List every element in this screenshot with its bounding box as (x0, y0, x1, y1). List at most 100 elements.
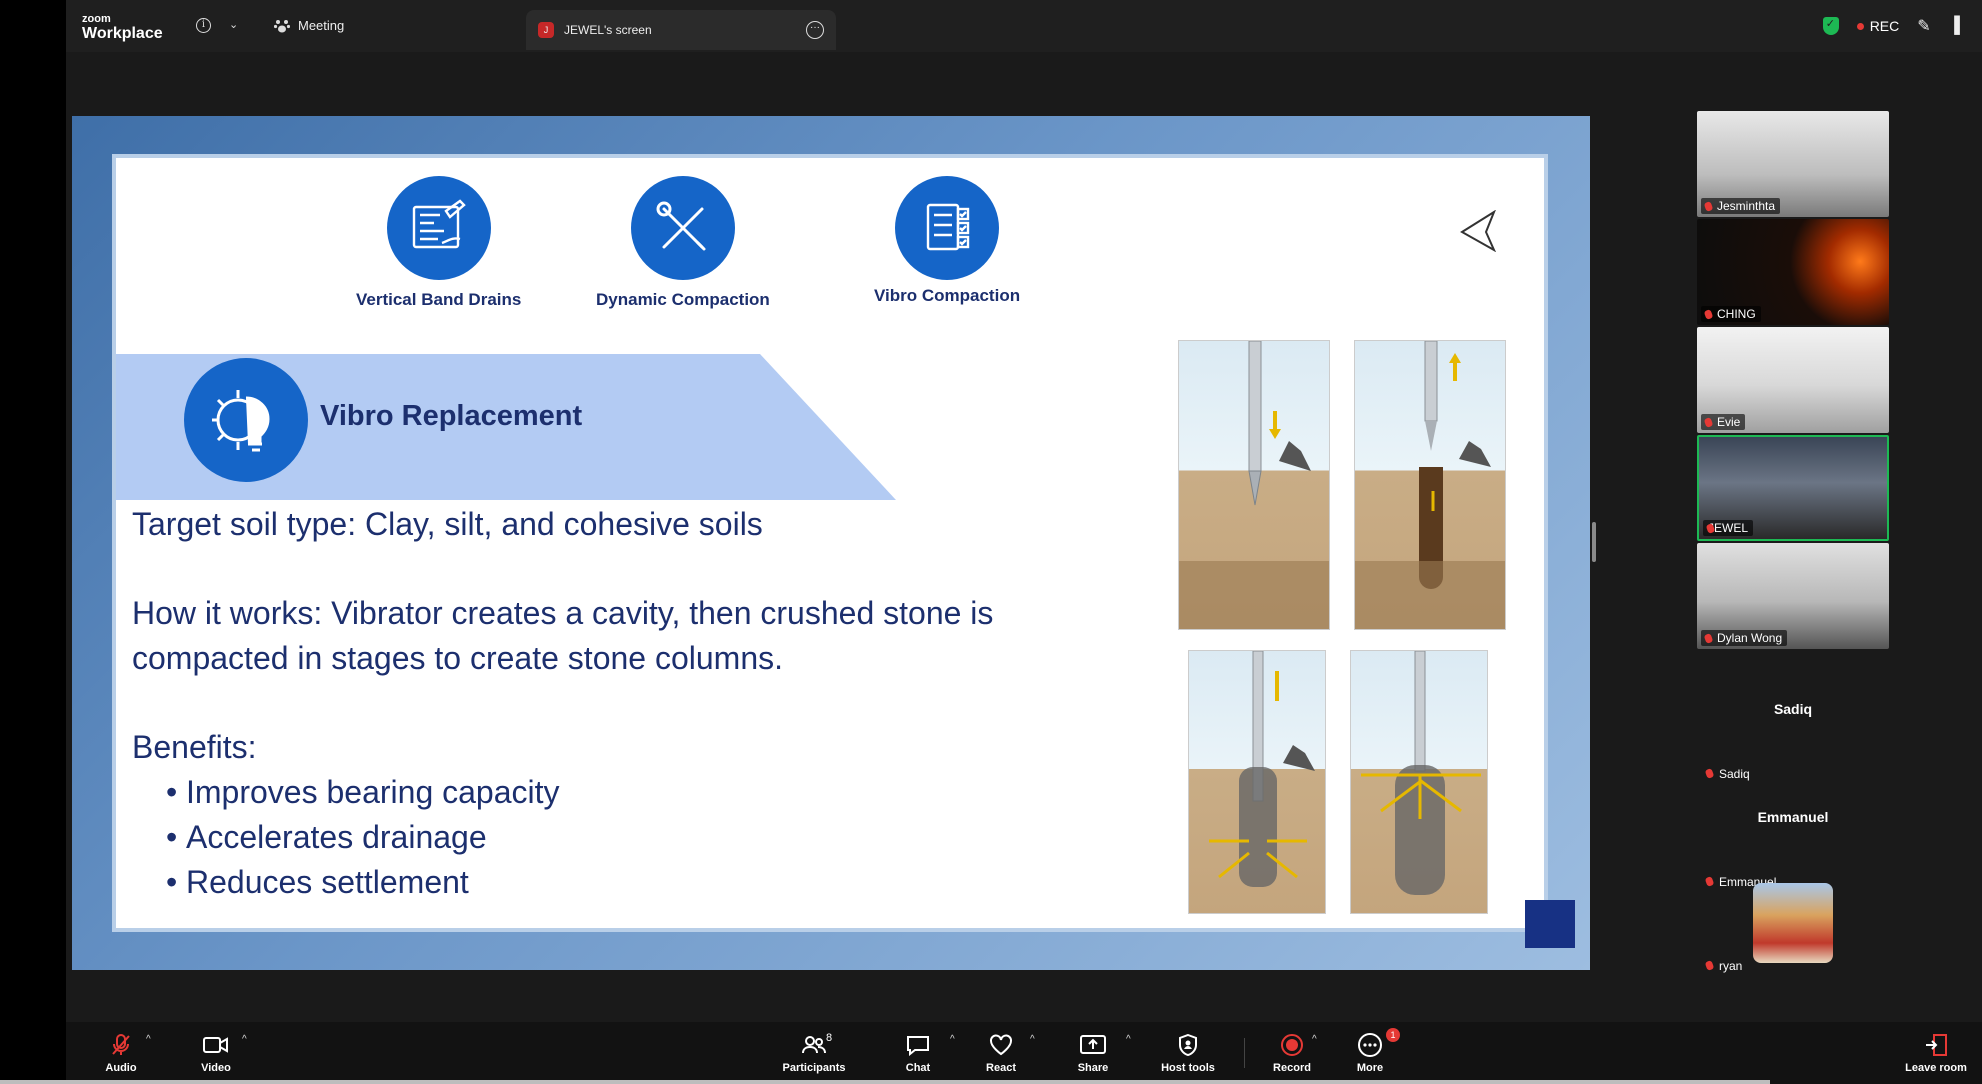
audio-options-caret[interactable]: ^ (146, 1034, 151, 1045)
rec-label: REC (1869, 18, 1900, 34)
participant-name: Dylan Wong (1701, 630, 1788, 646)
heart-icon (976, 1032, 1026, 1058)
audio-label: Audio (105, 1062, 137, 1074)
top-right-controls: REC ✎ ▐ (1822, 0, 1982, 52)
slide-body: Target soil type: Clay, silt, and cohesi… (132, 502, 1132, 905)
avatar (1753, 883, 1833, 963)
participant-tile[interactable]: CHING (1697, 219, 1889, 325)
sharer-badge: J (538, 22, 554, 38)
participant-tile-active-speaker[interactable]: JEWEL (1697, 435, 1889, 541)
more-icon: 1 (1348, 1028, 1400, 1058)
react-options-caret[interactable]: ^ (1030, 1034, 1035, 1045)
chevron-down-icon[interactable]: ⌄ (229, 18, 238, 31)
participant-display-name: Sadiq (1773, 701, 1813, 717)
benefits-heading: Benefits: (132, 729, 257, 765)
participant-avatar-card[interactable]: ryan (1697, 873, 1889, 979)
more-button[interactable]: 1 More (1348, 1028, 1400, 1074)
banner-title: Vibro Replacement (320, 400, 583, 432)
mic-muted-icon (96, 1032, 146, 1058)
rec-dot-icon (1856, 22, 1864, 30)
method-label: Dynamic Compaction (596, 290, 770, 309)
zoom-logo: zoom Workplace (82, 14, 163, 42)
share-label: Share (1077, 1062, 1109, 1074)
method-icons: Vertical Band Drains Dynamic Compaction … (116, 176, 1544, 316)
participant-name: ryan (1701, 959, 1742, 973)
participant-name: Jesminthta (1701, 198, 1781, 214)
back-arrow-icon[interactable] (1460, 210, 1498, 252)
benefits-list: Improves bearing capacity Accelerates dr… (166, 770, 1132, 905)
how-it-works-line-1: How it works: Vibrator creates a cavity,… (132, 595, 994, 631)
participants-icon: 8 (774, 1032, 854, 1058)
video-options-caret[interactable]: ^ (242, 1034, 247, 1045)
top-bar: zoom Workplace i ⌄ Meeting J JEWEL's scr… (66, 0, 1982, 52)
info-icon[interactable]: i (196, 18, 211, 33)
brand-large: Workplace (82, 25, 163, 42)
notification-badge: 1 (1386, 1028, 1400, 1042)
gear-bulb-icon (184, 358, 308, 482)
process-illustration-1 (1178, 340, 1330, 630)
leave-room-button[interactable]: Leave room (1898, 1032, 1974, 1074)
participants-count: 8 (826, 1032, 833, 1044)
more-options-icon[interactable]: ··· (806, 21, 824, 39)
paw-icon (274, 19, 290, 32)
method-label: Vertical Band Drains (356, 290, 522, 309)
participant-name: Sadiq (1701, 767, 1750, 781)
participant-name: Evie (1701, 414, 1746, 430)
chat-icon (896, 1032, 940, 1058)
tools-icon (630, 176, 735, 280)
leave-door-icon (1898, 1032, 1974, 1058)
view-layout-icon[interactable]: ▐ (1949, 17, 1960, 35)
host-tools-button[interactable]: Host tools (1150, 1032, 1226, 1074)
camera-icon (188, 1032, 244, 1058)
participant-display-name: Emmanuel (1757, 809, 1829, 825)
process-illustration-2 (1354, 340, 1506, 630)
shared-screen-tab[interactable]: J JEWEL's screen ··· (526, 10, 836, 50)
host-tools-label: Host tools (1161, 1062, 1215, 1074)
meeting-tab[interactable]: Meeting (274, 18, 344, 33)
left-strip (0, 0, 66, 1084)
benefit-item: Improves bearing capacity (166, 770, 1132, 815)
benefit-item: Accelerates drainage (166, 815, 1132, 860)
record-label: Record (1273, 1062, 1311, 1074)
participants-label: Participants (782, 1062, 846, 1074)
recording-indicator[interactable]: REC (1856, 18, 1900, 34)
zoom-window: zoom Workplace i ⌄ Meeting J JEWEL's scr… (0, 0, 1982, 1084)
participant-name-card[interactable]: Sadiq Sadiq (1697, 681, 1889, 787)
brand-small: zoom (82, 13, 111, 25)
participant-tile[interactable]: Jesminthta (1697, 111, 1889, 217)
panel-resize-handle[interactable] (1592, 522, 1596, 562)
meeting-toolbar: Audio ^ Video ^ 8 Participants Chat ^ Re… (66, 1022, 1982, 1084)
method-dynamic-compaction: Dynamic Compaction (596, 176, 770, 310)
chat-options-caret[interactable]: ^ (950, 1034, 955, 1045)
participant-tile[interactable]: Dylan Wong (1697, 543, 1889, 649)
slide-corner-square (1525, 900, 1575, 948)
participant-tile[interactable]: Evie (1697, 327, 1889, 433)
participants-button[interactable]: 8 Participants (774, 1032, 854, 1074)
audio-button[interactable]: Audio (96, 1032, 146, 1074)
toolbar-divider (1244, 1038, 1245, 1068)
share-button[interactable]: Share (1068, 1032, 1118, 1074)
process-illustration-4 (1350, 650, 1488, 914)
method-vibro-compaction: Vibro Compaction (874, 176, 1020, 306)
presentation-slide: Vertical Band Drains Dynamic Compaction … (112, 154, 1548, 932)
security-shield-icon[interactable] (1822, 17, 1839, 35)
more-label: More (1356, 1062, 1384, 1074)
target-soil-line: Target soil type: Clay, silt, and cohesi… (132, 506, 763, 542)
record-options-caret[interactable]: ^ (1312, 1034, 1317, 1045)
method-label: Vibro Compaction (874, 286, 1021, 305)
benefit-item: Reduces settlement (166, 860, 1132, 905)
react-label: React (986, 1062, 1016, 1074)
video-label: Video (201, 1062, 231, 1074)
blueprint-icon (386, 176, 491, 280)
video-button[interactable]: Video (188, 1032, 244, 1074)
participant-name: JEWEL (1703, 520, 1754, 536)
react-button[interactable]: React (976, 1032, 1026, 1074)
host-shield-icon (1150, 1032, 1226, 1058)
chat-button[interactable]: Chat (896, 1032, 940, 1074)
chat-label: Chat (905, 1062, 931, 1074)
meeting-label: Meeting (298, 18, 345, 33)
method-vertical-band-drains: Vertical Band Drains (356, 176, 521, 310)
share-options-caret[interactable]: ^ (1126, 1034, 1131, 1045)
leave-room-label: Leave room (1905, 1062, 1967, 1074)
annotate-icon[interactable]: ✎ (1917, 16, 1930, 36)
